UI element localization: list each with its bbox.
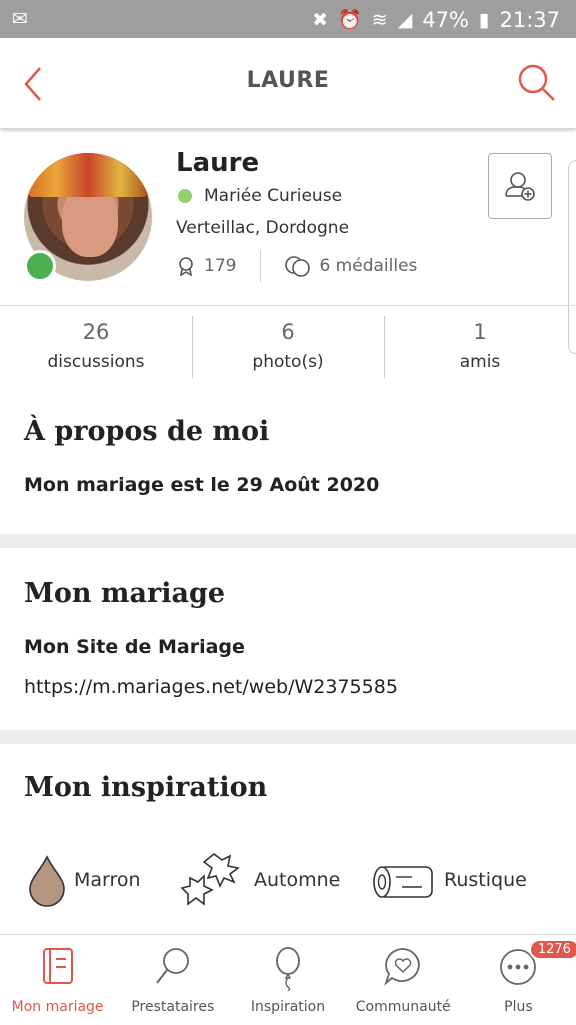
about-section: À propos de moi Mon mariage est le 29 Ao… [0,388,576,534]
wood-log-icon [373,866,433,898]
add-user-icon [505,172,535,201]
clock: 21:37 [499,8,560,32]
tab-prestataires[interactable]: Prestataires [115,935,230,1025]
search-icon[interactable] [516,62,558,104]
wedding-section: Mon mariage Mon Site de Mariage https://… [0,548,576,730]
profile-location: Verteillac, Dordogne [176,218,350,238]
inspiration-label: Automne [254,869,341,891]
profile-name: Laure [176,148,260,178]
inspiration-label: Marron [74,869,141,891]
profile-header: Laure Mariée Curieuse Verteillac, Dordog… [0,130,576,354]
points-stat: 179 [176,256,236,276]
about-text: Mon mariage est le 29 Août 2020 [24,474,380,496]
profile-role: Mariée Curieuse [176,186,342,206]
points-value: 179 [204,256,237,276]
profile-role-label: Mariée Curieuse [204,186,343,206]
inspiration-item-rustic[interactable]: Rustique [372,850,527,910]
notification-badge: 1276 [528,939,576,960]
role-dot-icon [178,189,192,203]
tab-plus[interactable]: 1276 Plus [461,935,576,1025]
tab-label: Inspiration [250,999,326,1015]
count-label: amis [459,352,501,372]
medals-label: 6 médailles [319,256,418,276]
chat-heart-icon [384,948,420,986]
wifi-icon: ≋ [371,9,388,31]
count-value: 1 [473,320,487,344]
autumn-leaves-icon [180,852,240,906]
tab-label: Communauté [355,999,451,1015]
profile-counts: 26 discussions 6 photo(s) 1 amis [0,305,576,389]
tab-mon-mariage[interactable]: Mon mariage [0,935,115,1025]
online-status-dot [24,250,56,282]
badge-ribbon-icon [179,257,193,276]
wedding-site-link[interactable]: https://m.mariages.net/web/W2375585 [24,676,398,698]
about-title: À propos de moi [24,416,270,447]
friends-count[interactable]: 1 amis [384,306,576,388]
inspiration-item-brown[interactable]: Marron [26,850,141,910]
search-icon [156,948,189,984]
medals-icon [285,256,311,277]
battery-percent: 47% [422,8,469,32]
tab-label: Prestataires [131,999,215,1015]
count-label: photo(s) [252,352,324,372]
section-divider [0,730,576,744]
wedding-site-label: Mon Site de Mariage [24,636,245,658]
count-value: 6 [281,320,295,344]
battery-icon: ▮ [479,9,490,31]
brown-drop-icon [29,855,65,907]
signal-icon: ◢ [397,9,413,31]
alarm-icon: ⏰ [338,9,362,31]
app-bar: LAURE [0,38,576,129]
tab-communaute[interactable]: Communauté [346,935,461,1025]
stats-divider [260,250,262,282]
status-bar: ✉ ✖ ⏰ ≋ ◢ 47% ▮ 21:37 [0,0,576,38]
medals-stat[interactable]: 6 médailles [285,255,417,277]
count-label: discussions [47,352,145,372]
message-notification-icon: ✉ [12,8,28,30]
wedding-title: Mon mariage [24,578,226,609]
discussions-count[interactable]: 26 discussions [0,306,192,388]
page-title: LAURE [246,68,330,93]
add-friend-button[interactable] [488,153,552,219]
count-value: 26 [82,320,110,344]
mute-icon: ✖ [312,9,329,31]
photos-count[interactable]: 6 photo(s) [192,306,384,388]
avatar-flower-crown [24,153,152,197]
profile-stats: 179 6 médailles [176,250,417,282]
section-divider [0,534,576,548]
tab-label: Plus [504,999,533,1015]
inspiration-title: Mon inspiration [24,772,268,803]
status-icons: ✖ ⏰ ≋ ◢ 47% ▮ 21:37 [312,8,560,32]
bottom-tab-bar: Mon mariage Prestataires Inspiration Com… [0,934,576,1025]
inspiration-item-autumn[interactable]: Automne [180,850,340,910]
balloon-icon [276,947,300,991]
tab-label: Mon mariage [11,999,104,1015]
inspiration-label: Rustique [444,869,527,891]
notebook-icon [42,948,73,984]
tab-inspiration[interactable]: Inspiration [230,935,345,1025]
